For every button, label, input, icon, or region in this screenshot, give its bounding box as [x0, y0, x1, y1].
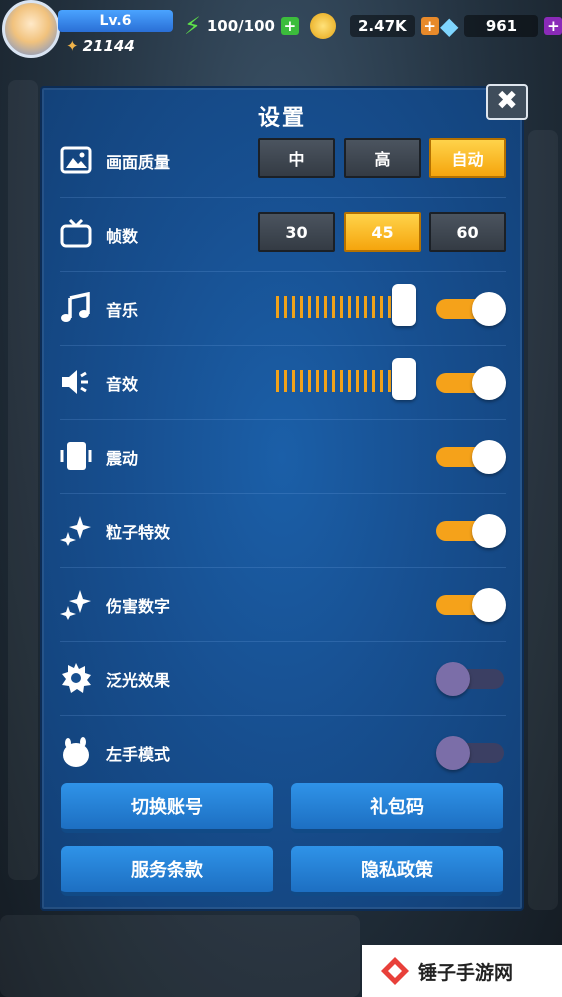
sfx-toggle[interactable] [436, 366, 506, 400]
sfx-volume-ticks [276, 370, 391, 392]
fps-row: 帧数 30 45 60 [60, 198, 506, 272]
terms-of-service-button[interactable]: 服务条款 [61, 846, 273, 896]
sfx-label: 音效 [106, 375, 139, 394]
particles-row: 粒子特效 [60, 494, 506, 568]
gem-value: 961 [464, 15, 539, 37]
watermark-text: 锤子手游网 [418, 961, 514, 984]
gold-coin-icon [310, 13, 336, 39]
top-hud: Lv.6 ✦ 21144 ⚡ 100/100 + 2.47K + ◆ 961 + [0, 0, 562, 62]
power-value: 21144 [82, 37, 135, 55]
sfx-toggle-knob [472, 366, 506, 400]
left-hand-label: 左手模式 [106, 745, 171, 764]
lightning-icon: ⚡ [184, 12, 201, 40]
bg-right-edge [528, 130, 558, 910]
hammer-logo-icon [380, 956, 410, 986]
player-avatar[interactable] [2, 0, 60, 58]
music-row: 音乐 [60, 272, 506, 346]
energy-value: 100/100 [206, 17, 275, 35]
vibration-row: 震动 [60, 420, 506, 494]
vibration-toggle-knob [472, 440, 506, 474]
music-label: 音乐 [106, 301, 139, 320]
sfx-volume-handle[interactable] [392, 358, 416, 400]
vibration-label: 震动 [106, 449, 139, 468]
level-badge: Lv.6 [58, 10, 173, 32]
close-icon: ✖ [496, 86, 518, 116]
quality-medium-option[interactable]: 中 [258, 138, 335, 178]
gift-code-button[interactable]: 礼包码 [291, 783, 503, 833]
sfx-volume-slider[interactable] [276, 358, 416, 402]
switch-account-button[interactable]: 切换账号 [61, 783, 273, 833]
damage-numbers-label: 伤害数字 [106, 597, 171, 616]
particles-toggle-knob [472, 514, 506, 548]
gem-resource: ◆ 961 + [440, 12, 562, 40]
energy-resource: ⚡ 100/100 + [184, 12, 299, 40]
site-watermark: 锤子手游网 [362, 945, 562, 997]
bloom-label: 泛光效果 [106, 671, 171, 690]
add-energy-button[interactable]: + [280, 17, 299, 35]
left-hand-toggle-knob [436, 736, 470, 770]
damage-numbers-toggle-knob [472, 588, 506, 622]
damage-numbers-row: 伤害数字 [60, 568, 506, 642]
gear-sun-icon [62, 663, 91, 693]
phone-vibrate-icon [60, 442, 92, 470]
fps-60-option[interactable]: 60 [429, 212, 506, 252]
power-display: ✦ 21144 [66, 36, 135, 56]
add-gold-button[interactable]: + [420, 17, 439, 35]
bloom-toggle-knob [436, 662, 470, 696]
bloom-toggle[interactable] [436, 662, 506, 696]
quality-auto-option[interactable]: 自动 [429, 138, 506, 178]
music-volume-ticks [276, 296, 391, 318]
particles-label: 粒子特效 [106, 523, 171, 542]
particles-toggle[interactable] [436, 514, 506, 548]
power-icon: ✦ [66, 37, 79, 55]
music-note-icon [61, 292, 90, 322]
music-toggle-knob [472, 292, 506, 326]
image-icon [60, 146, 92, 174]
left-hand-toggle[interactable] [436, 736, 506, 770]
left-hand-row: 左手模式 [60, 716, 506, 790]
tv-icon [60, 218, 92, 248]
fps-label: 帧数 [106, 227, 139, 246]
speaker-icon [62, 370, 88, 394]
graphics-quality-label: 画面质量 [106, 153, 171, 172]
bg-bottom-nav [0, 915, 360, 997]
fps-45-option[interactable]: 45 [344, 212, 421, 252]
sparkle-icon [60, 516, 91, 546]
privacy-policy-button[interactable]: 隐私政策 [291, 846, 503, 896]
bloom-row: 泛光效果 [60, 642, 506, 716]
hand-icon [63, 737, 89, 767]
sfx-row: 音效 [60, 346, 506, 420]
quality-high-option[interactable]: 高 [344, 138, 421, 178]
vibration-toggle[interactable] [436, 440, 506, 474]
gold-value: 2.47K [350, 15, 415, 37]
music-volume-handle[interactable] [392, 284, 416, 326]
music-volume-slider[interactable] [276, 284, 416, 328]
fps-30-option[interactable]: 30 [258, 212, 335, 252]
music-toggle[interactable] [436, 292, 506, 326]
add-gem-button[interactable]: + [544, 17, 562, 35]
diamond-icon: ◆ [440, 12, 459, 40]
graphics-quality-row: 画面质量 中 高 自动 [60, 124, 506, 198]
sparkle-icon [60, 590, 91, 620]
damage-numbers-toggle[interactable] [436, 588, 506, 622]
gold-resource: 2.47K + [310, 12, 439, 40]
bg-left-edge [8, 80, 38, 880]
close-button[interactable]: ✖ [486, 84, 528, 120]
